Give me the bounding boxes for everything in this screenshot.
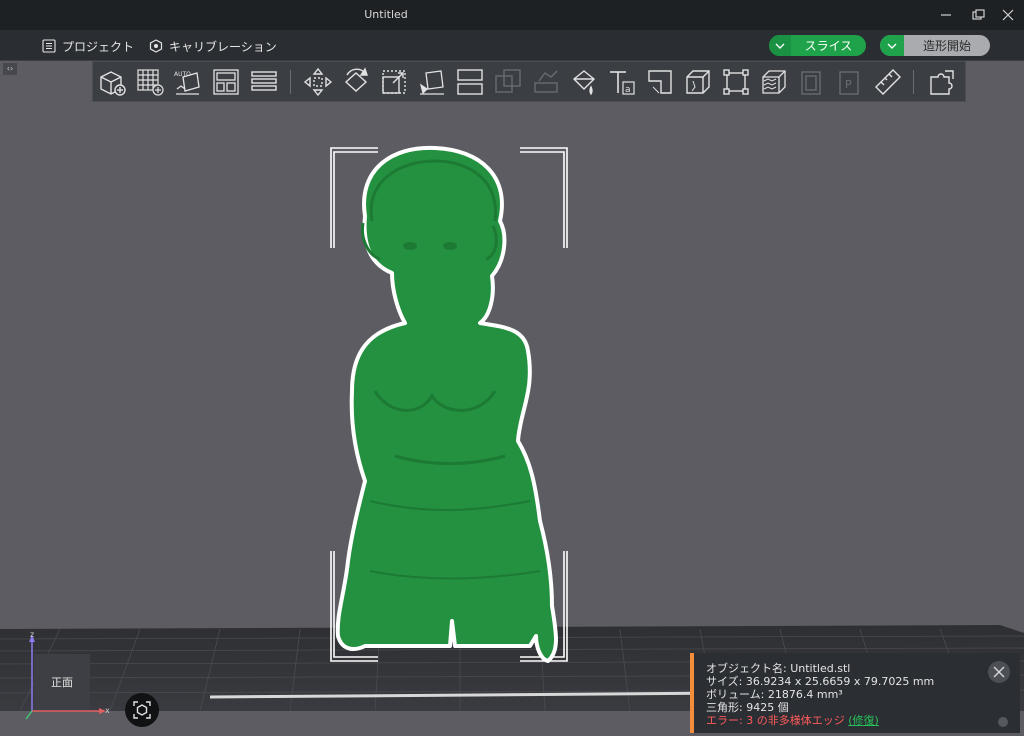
svg-text:P: P (845, 78, 852, 91)
minimize-button[interactable] (930, 0, 962, 30)
tool-measure[interactable] (871, 65, 905, 99)
print-dropdown[interactable] (880, 35, 904, 56)
cut-icon (534, 70, 558, 93)
tool-cut[interactable] (529, 65, 563, 99)
tool-texture[interactable] (757, 65, 791, 99)
tool-add-object[interactable] (95, 65, 129, 99)
auto-orient-icon: AUTO (174, 71, 200, 95)
scale-icon (382, 70, 406, 94)
arrange-grid-icon (137, 69, 164, 96)
info-collapse-button[interactable] (998, 717, 1008, 727)
close-icon (993, 666, 1005, 678)
slice-button[interactable]: スライス (769, 35, 866, 56)
3d-viewport[interactable]: ‹› AUTO a P z x 正面 オブジェクト名: Untitled.stl… (0, 61, 1024, 736)
minimize-icon (941, 14, 951, 16)
axis-x-label: x (105, 706, 110, 715)
corner-icon (648, 70, 672, 94)
menu-project-label: プロジェクト (62, 39, 135, 54)
split-icon (457, 69, 483, 95)
tool-boolean[interactable] (491, 65, 525, 99)
chevron-down-icon (887, 43, 897, 49)
tool-paint[interactable] (567, 65, 601, 99)
close-icon (1002, 9, 1014, 21)
tool-arrange[interactable] (133, 65, 167, 99)
tool-text[interactable]: a (605, 65, 639, 99)
start-print-label: 造形開始 (922, 39, 971, 53)
object-info-panel: オブジェクト名: Untitled.stl サイズ: 36.9234 x 25.… (690, 653, 1020, 733)
paint-bucket-icon (572, 70, 596, 96)
view-cube-label: 正面 (51, 676, 73, 689)
tool-split[interactable] (453, 65, 487, 99)
info-error-row: エラー: 3 の非多様体エッジ (修復) (706, 712, 879, 728)
tool-bounding-box[interactable] (719, 65, 753, 99)
slice-label: スライス (804, 39, 853, 53)
app-window: Untitled プロジェクト キャリブレーション スライス 造形開始 ‹› A… (0, 0, 1024, 736)
tool-auto-orient[interactable]: AUTO (171, 65, 205, 99)
place-on-face-icon (419, 70, 444, 95)
restore-icon (972, 9, 985, 20)
camera-reset-button[interactable] (125, 693, 159, 727)
tool-rotate[interactable] (339, 65, 373, 99)
measure-icon (875, 69, 901, 95)
axis-z-label: z (30, 630, 35, 639)
bounding-box-icon (723, 69, 749, 95)
move-icon (303, 67, 333, 97)
tool-assembly[interactable] (795, 65, 829, 99)
menu-calibration-label: キャリブレーション (169, 39, 277, 54)
tool-corner[interactable] (643, 65, 677, 99)
cube-icon (686, 70, 710, 94)
start-print-button[interactable]: 造形開始 (880, 35, 990, 56)
part-icon: P (839, 71, 859, 95)
toolbar-separator (290, 70, 291, 94)
tool-part[interactable]: P (833, 65, 867, 99)
layers-icon (251, 71, 277, 91)
puzzle-icon (930, 70, 954, 95)
tool-puzzle[interactable] (925, 65, 959, 99)
tool-layers[interactable] (247, 65, 281, 99)
tool-cube[interactable] (681, 65, 715, 99)
assembly-icon (801, 71, 821, 95)
tool-place-on-face[interactable] (415, 65, 449, 99)
tool-layout[interactable] (209, 65, 243, 99)
toolbar-separator (913, 70, 914, 94)
project-list-icon (42, 39, 56, 53)
texture-icon (762, 70, 786, 94)
sidebar-toggle[interactable]: ‹› (3, 63, 17, 75)
menu-calibration[interactable]: キャリブレーション (149, 37, 277, 55)
restore-button[interactable] (962, 0, 994, 30)
view-cube[interactable]: 正面 (34, 654, 90, 710)
chevron-down-icon (775, 43, 785, 49)
rotate-icon (344, 67, 368, 92)
text-icon: a (610, 71, 635, 95)
camera-view-icon (133, 701, 151, 719)
calibration-icon (149, 39, 163, 53)
repair-link[interactable]: (修復) (848, 714, 879, 727)
window-title: Untitled (364, 8, 408, 21)
scene-canvas (0, 145, 1024, 736)
tool-scale[interactable] (377, 65, 411, 99)
info-close-button[interactable] (988, 661, 1010, 683)
info-error: エラー: 3 の非多様体エッジ (706, 714, 845, 727)
layout-icon (213, 69, 239, 95)
menu-bar: プロジェクト キャリブレーション スライス 造形開始 (0, 30, 1024, 61)
slice-dropdown[interactable] (769, 35, 791, 56)
tool-move[interactable] (301, 65, 335, 99)
svg-text:a: a (625, 85, 631, 95)
menu-project[interactable]: プロジェクト (42, 37, 134, 55)
boolean-icon (495, 69, 521, 93)
close-window-button[interactable] (992, 0, 1024, 30)
title-bar: Untitled (0, 0, 1024, 30)
main-toolbar: AUTO a P (92, 61, 966, 102)
model-figure[interactable] (335, 145, 558, 663)
add-object-icon (100, 71, 126, 96)
